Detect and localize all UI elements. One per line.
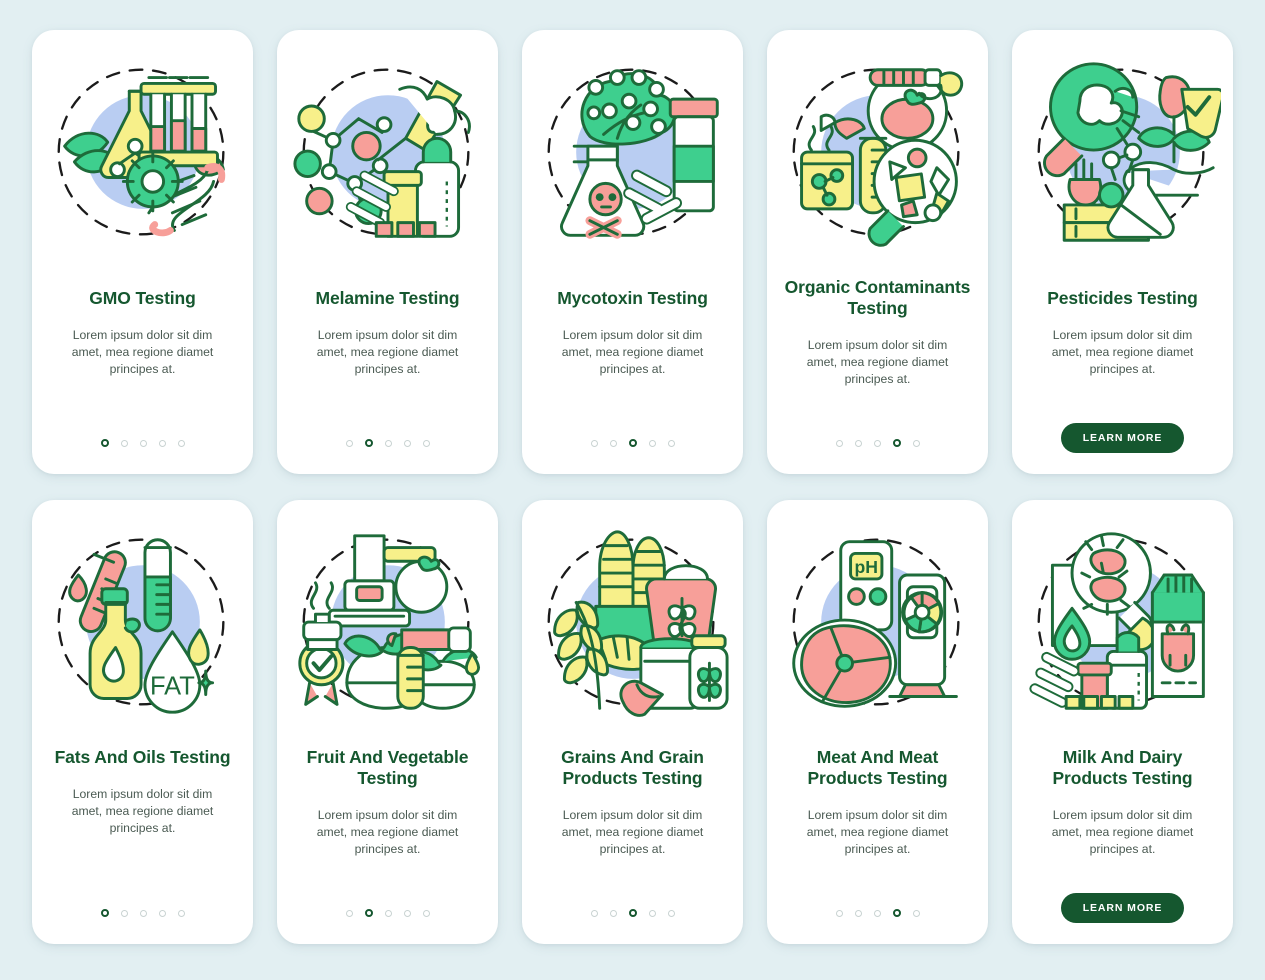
pagination-dot[interactable] — [667, 439, 675, 447]
pagination-dot[interactable] — [345, 439, 353, 447]
pagination-dot[interactable] — [912, 909, 920, 917]
card-description: Lorem ipsum dolor sit dim amet, mea regi… — [1051, 328, 1194, 376]
pagination-dot[interactable] — [384, 439, 392, 447]
svg-text:FAT: FAT — [149, 673, 194, 701]
organic-contaminants-testing-illustration — [780, 56, 976, 252]
card-title: GMO Testing — [89, 288, 196, 308]
pagination-dots — [100, 438, 185, 448]
card-description: Lorem ipsum dolor sit dim amet, mea regi… — [806, 338, 949, 386]
pagination-dot[interactable] — [120, 909, 128, 917]
pagination-dots — [590, 908, 675, 918]
pagination-dots — [100, 908, 185, 918]
card-title: Fruit And Vegetable Testing — [306, 747, 469, 788]
pagination-dot[interactable] — [648, 909, 656, 917]
learn-more-button[interactable]: LEARN MORE — [1060, 423, 1185, 453]
card-description: Lorem ipsum dolor sit dim amet, mea regi… — [1051, 808, 1194, 856]
pagination-dot-active[interactable] — [892, 909, 901, 917]
pagination-dot[interactable] — [590, 439, 598, 447]
pagination-dot[interactable] — [120, 439, 128, 447]
card-row-bottom: FAT Fats And Oils Testing Lorem ipsum dol… — [32, 500, 1233, 944]
card-title: Milk And Dairy Products Testing — [1052, 747, 1193, 788]
pagination-dot[interactable] — [177, 439, 185, 447]
pagination-dot[interactable] — [667, 909, 675, 917]
pagination-dot-active[interactable] — [364, 909, 373, 917]
card-description: Lorem ipsum dolor sit dim amet, mea regi… — [71, 787, 214, 835]
pagination-dot[interactable] — [422, 909, 430, 917]
card-title: Melamine Testing — [315, 288, 460, 308]
pagination-dot[interactable] — [854, 439, 862, 447]
meat-and-meat-products-testing-illustration: pH — [780, 526, 976, 722]
pagination-dot-active[interactable] — [892, 439, 901, 447]
grains-and-grain-products-testing-illustration — [535, 526, 731, 722]
pagination-dots — [835, 438, 920, 448]
card-title: Meat And Meat Products Testing — [807, 747, 948, 788]
milk-and-dairy-products-testing-illustration — [1025, 526, 1221, 722]
onboarding-card[interactable]: Organic Contaminants Testing Lorem ipsum … — [767, 30, 988, 474]
card-title: Pesticides Testing — [1047, 288, 1198, 308]
pagination-dot[interactable] — [384, 909, 392, 917]
onboarding-card[interactable]: FAT Fats And Oils Testing Lorem ipsum dol… — [32, 500, 253, 944]
fats-and-oils-testing-illustration: FAT — [45, 526, 241, 722]
pagination-dot[interactable] — [835, 439, 843, 447]
melamine-testing-illustration — [290, 56, 486, 252]
pagination-dots — [345, 908, 430, 918]
fruit-and-vegetable-testing-illustration — [290, 526, 486, 722]
onboarding-card[interactable]: pH Meat And Meat Products Testing Lorem i… — [767, 500, 988, 944]
pagination-dot[interactable] — [590, 909, 598, 917]
onboarding-card[interactable]: Grains And Grain Products Testing Lorem i… — [522, 500, 743, 944]
card-description: Lorem ipsum dolor sit dim amet, mea regi… — [71, 328, 214, 376]
pagination-dot[interactable] — [873, 439, 881, 447]
pagination-dot-active[interactable] — [100, 439, 109, 447]
learn-more-button[interactable]: LEARN MORE — [1060, 893, 1185, 923]
card-title: Organic Contaminants Testing — [784, 277, 971, 318]
card-title: Mycotoxin Testing — [557, 288, 708, 308]
onboarding-card[interactable]: Mycotoxin Testing Lorem ipsum dolor sit d… — [522, 30, 743, 474]
pagination-dot[interactable] — [158, 439, 166, 447]
card-title: Grains And Grain Products Testing — [561, 747, 704, 788]
onboarding-screens-board: GMO Testing Lorem ipsum dolor sit dim ame… — [0, 0, 1265, 980]
pagination-dot[interactable] — [139, 439, 147, 447]
card-description: Lorem ipsum dolor sit dim amet, mea regi… — [316, 328, 459, 376]
pagination-dot[interactable] — [345, 909, 353, 917]
mycotoxin-testing-illustration — [535, 56, 731, 252]
onboarding-card[interactable]: Pesticides Testing Lorem ipsum dolor sit … — [1012, 30, 1233, 474]
pagination-dot[interactable] — [139, 909, 147, 917]
pesticides-testing-illustration — [1025, 56, 1221, 252]
pagination-dot[interactable] — [835, 909, 843, 917]
gmo-testing-illustration — [45, 56, 241, 252]
pagination-dot[interactable] — [177, 909, 185, 917]
pagination-dot[interactable] — [158, 909, 166, 917]
pagination-dot[interactable] — [609, 439, 617, 447]
card-description: Lorem ipsum dolor sit dim amet, mea regi… — [316, 808, 459, 856]
pagination-dot[interactable] — [422, 439, 430, 447]
pagination-dot-active[interactable] — [628, 909, 637, 917]
card-description: Lorem ipsum dolor sit dim amet, mea regi… — [806, 808, 949, 856]
pagination-dot[interactable] — [403, 909, 411, 917]
pagination-dot[interactable] — [609, 909, 617, 917]
pagination-dot[interactable] — [648, 439, 656, 447]
card-title: Fats And Oils Testing — [54, 747, 231, 767]
pagination-dot[interactable] — [403, 439, 411, 447]
pagination-dot-active[interactable] — [628, 439, 637, 447]
pagination-dot[interactable] — [873, 909, 881, 917]
pagination-dot-active[interactable] — [100, 909, 109, 917]
pagination-dots — [590, 438, 675, 448]
card-row-top: GMO Testing Lorem ipsum dolor sit dim ame… — [32, 30, 1233, 474]
onboarding-card[interactable]: Melamine Testing Lorem ipsum dolor sit di… — [277, 30, 498, 474]
pagination-dot[interactable] — [854, 909, 862, 917]
pagination-dot-active[interactable] — [364, 439, 373, 447]
pagination-dots — [345, 438, 430, 448]
card-description: Lorem ipsum dolor sit dim amet, mea regi… — [561, 328, 704, 376]
card-description: Lorem ipsum dolor sit dim amet, mea regi… — [561, 808, 704, 856]
pagination-dot[interactable] — [912, 439, 920, 447]
onboarding-card[interactable]: Fruit And Vegetable Testing Lorem ipsum d… — [277, 500, 498, 944]
pagination-dots — [835, 908, 920, 918]
onboarding-card[interactable]: Milk And Dairy Products Testing Lorem ips… — [1012, 500, 1233, 944]
onboarding-card[interactable]: GMO Testing Lorem ipsum dolor sit dim ame… — [32, 30, 253, 474]
svg-text:pH: pH — [854, 557, 878, 577]
